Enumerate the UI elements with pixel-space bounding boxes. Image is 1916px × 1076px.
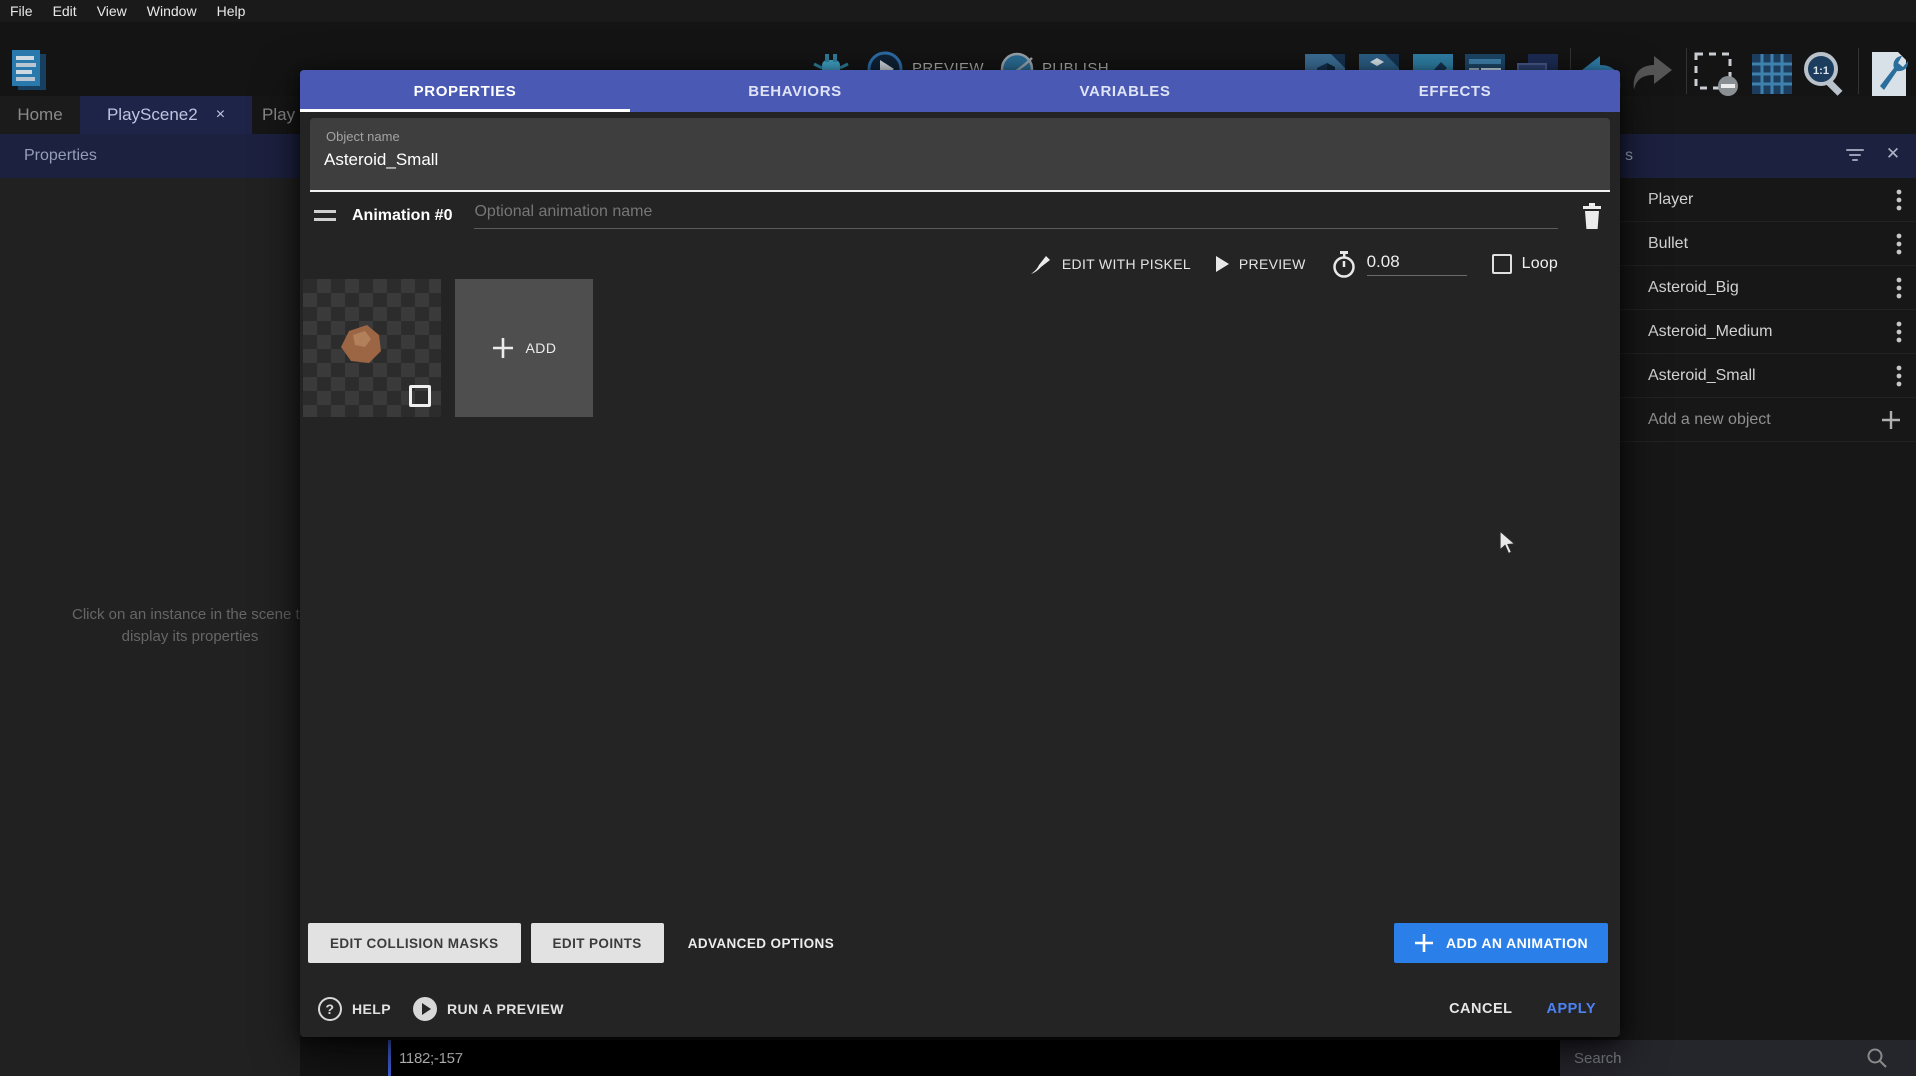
search-input[interactable] xyxy=(1560,1050,1860,1067)
animation-title: Animation #0 xyxy=(352,207,452,225)
dialog-footer: ? HELP RUN A PREVIEW CANCEL APPLY xyxy=(318,988,1596,1030)
dialog-tab-properties[interactable]: PROPERTIES xyxy=(300,70,630,112)
tab-playscene2[interactable]: PlayScene2 × xyxy=(80,96,252,134)
object-row-player[interactable]: Player xyxy=(1620,178,1916,222)
advanced-options-button[interactable]: ADVANCED OPTIONS xyxy=(688,936,834,951)
search-icon xyxy=(1866,1047,1888,1069)
dialog-tab-bar: PROPERTIES BEHAVIORS VARIABLES EFFECTS xyxy=(300,70,1620,112)
properties-empty-hint: Click on an instance in the scene to dis… xyxy=(0,604,300,648)
mouse-cursor xyxy=(1498,530,1522,556)
animation-frames-row: ADD xyxy=(303,279,593,417)
menu-window[interactable]: Window xyxy=(147,3,197,19)
edit-with-piskel-button[interactable]: EDIT WITH PISKEL xyxy=(1030,253,1191,275)
object-name-field: Object name xyxy=(310,118,1610,192)
run-a-preview-button[interactable]: RUN A PREVIEW xyxy=(413,997,564,1021)
close-panel-icon[interactable]: ✕ xyxy=(1882,144,1904,164)
object-row-asteroid-small[interactable]: Asteroid_Small xyxy=(1620,354,1916,398)
animation-header-row: Animation #0 xyxy=(314,196,1606,236)
frame-thumbnail[interactable] xyxy=(303,279,441,417)
toolbar-separator xyxy=(1686,48,1687,94)
settings-wrench-icon[interactable] xyxy=(1866,50,1910,98)
svg-text:1:1: 1:1 xyxy=(1813,65,1829,77)
menu-help[interactable]: Help xyxy=(217,3,246,19)
properties-panel-header: Properties xyxy=(0,134,300,178)
time-between-frames-field xyxy=(1331,250,1467,278)
project-manager-icon[interactable] xyxy=(8,48,50,96)
object-editor-dialog: PROPERTIES BEHAVIORS VARIABLES EFFECTS O… xyxy=(300,70,1620,1037)
properties-panel: Properties Click on an instance in the s… xyxy=(0,134,300,1076)
menu-view[interactable]: View xyxy=(97,3,127,19)
dialog-tab-variables[interactable]: VARIABLES xyxy=(960,70,1290,112)
add-new-object-button[interactable]: Add a new object xyxy=(1620,398,1916,442)
toolbar-separator xyxy=(1858,48,1859,94)
preview-animation-button[interactable]: PREVIEW xyxy=(1216,256,1306,272)
time-between-frames-input[interactable] xyxy=(1367,252,1467,276)
object-row-asteroid-big[interactable]: Asteroid_Big xyxy=(1620,266,1916,310)
object-row-asteroid-medium[interactable]: Asteroid_Medium xyxy=(1620,310,1916,354)
trash-icon[interactable] xyxy=(1580,202,1606,230)
properties-panel-title: Properties xyxy=(24,147,97,165)
play-icon xyxy=(1216,256,1229,272)
close-tab-icon[interactable]: × xyxy=(216,106,225,124)
filter-icon[interactable] xyxy=(1846,149,1864,164)
kebab-menu-icon[interactable] xyxy=(1896,189,1902,211)
active-tab-indicator xyxy=(300,109,630,112)
grid-icon[interactable] xyxy=(1750,50,1794,96)
timer-icon xyxy=(1331,250,1357,278)
kebab-menu-icon[interactable] xyxy=(1896,365,1902,387)
object-name-label: Object name xyxy=(326,129,400,144)
redo-icon[interactable] xyxy=(1628,50,1676,96)
help-icon: ? xyxy=(318,997,342,1021)
kebab-menu-icon[interactable] xyxy=(1896,321,1902,343)
objects-search-bar xyxy=(1560,1040,1916,1076)
animation-name-input[interactable] xyxy=(474,203,1558,229)
object-row-bullet[interactable]: Bullet xyxy=(1620,222,1916,266)
apply-button[interactable]: APPLY xyxy=(1546,1001,1596,1017)
kebab-menu-icon[interactable] xyxy=(1896,277,1902,299)
dialog-actions-row: EDIT COLLISION MASKS EDIT POINTS ADVANCE… xyxy=(308,923,1608,963)
loop-checkbox[interactable] xyxy=(1492,254,1512,274)
plus-icon xyxy=(1880,409,1902,431)
plus-icon xyxy=(491,336,515,360)
add-an-animation-button[interactable]: ADD AN ANIMATION xyxy=(1394,923,1608,963)
clear-selection-icon[interactable] xyxy=(1692,50,1740,96)
objects-panel: s ✕ Player Bullet Asteroid_Big Asteroid_… xyxy=(1620,134,1916,1076)
loop-label: Loop xyxy=(1522,255,1558,273)
tab-home[interactable]: Home xyxy=(0,96,80,134)
brush-icon xyxy=(1030,253,1052,275)
kebab-menu-icon[interactable] xyxy=(1896,233,1902,255)
objects-panel-title-partial: s xyxy=(1625,147,1633,165)
gdevelop-window: File Edit View Window Help PR xyxy=(0,0,1916,1076)
asteroid-sprite xyxy=(335,321,387,371)
plus-icon xyxy=(1414,933,1434,953)
object-name-input[interactable] xyxy=(324,150,1584,170)
run-preview-icon xyxy=(413,997,437,1021)
edit-points-button[interactable]: EDIT POINTS xyxy=(531,923,664,963)
menu-bar: File Edit View Window Help xyxy=(0,0,1916,22)
loop-toggle: Loop xyxy=(1492,254,1558,274)
zoom-1-1-icon[interactable]: 1:1 xyxy=(1800,50,1848,98)
cancel-button[interactable]: CANCEL xyxy=(1449,1001,1512,1017)
scene-status-bar: 1182;-157 xyxy=(388,1040,1560,1076)
edit-collision-masks-button[interactable]: EDIT COLLISION MASKS xyxy=(308,923,521,963)
drag-handle-icon[interactable] xyxy=(314,210,336,222)
frame-select-checkbox[interactable] xyxy=(409,385,431,407)
dialog-tab-behaviors[interactable]: BEHAVIORS xyxy=(630,70,960,112)
cursor-coordinates: 1182;-157 xyxy=(391,1050,463,1067)
objects-panel-header: s ✕ xyxy=(1620,134,1916,178)
add-frame-button[interactable]: ADD xyxy=(455,279,593,417)
dialog-tab-effects[interactable]: EFFECTS xyxy=(1290,70,1620,112)
menu-file[interactable]: File xyxy=(10,3,33,19)
help-button[interactable]: ? HELP xyxy=(318,997,391,1021)
menu-edit[interactable]: Edit xyxy=(53,3,77,19)
